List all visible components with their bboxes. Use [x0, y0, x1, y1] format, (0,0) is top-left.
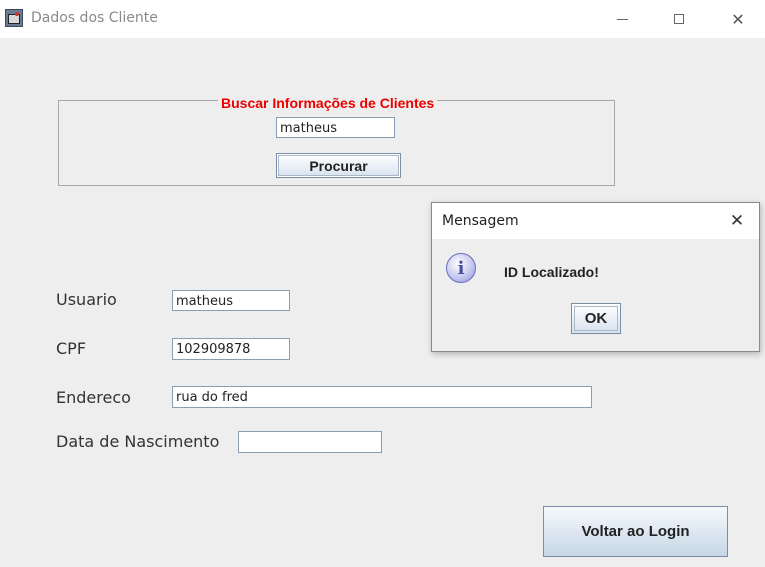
close-icon: ✕: [729, 211, 745, 231]
search-button[interactable]: Procurar: [276, 153, 401, 178]
cpf-label: CPF: [56, 339, 87, 358]
usuario-field[interactable]: [172, 290, 290, 311]
dialog-message: ID Localizado!: [504, 264, 599, 280]
dialog-title: Mensagem: [442, 213, 519, 229]
back-to-login-button[interactable]: Voltar ao Login: [543, 506, 728, 557]
title-bar[interactable]: Dados dos Cliente ✕: [0, 0, 765, 38]
minimize-button[interactable]: [599, 4, 645, 34]
search-input[interactable]: [276, 117, 395, 138]
maximize-button[interactable]: [656, 4, 702, 34]
dialog-close-button[interactable]: ✕: [719, 206, 755, 236]
info-icon: i: [446, 253, 476, 283]
window-title: Dados dos Cliente: [31, 10, 158, 26]
message-dialog: Mensagem ✕ i ID Localizado! OK: [431, 202, 760, 352]
main-window: Dados dos Cliente ✕ Buscar Informações d…: [0, 0, 765, 567]
ok-button[interactable]: OK: [571, 303, 621, 334]
cpf-field[interactable]: [172, 338, 290, 360]
data-nascimento-label: Data de Nascimento: [56, 432, 220, 451]
endereco-label: Endereco: [56, 388, 131, 407]
minimize-icon: [616, 18, 628, 20]
endereco-field[interactable]: [172, 386, 592, 408]
data-nascimento-field[interactable]: [238, 431, 382, 453]
close-button[interactable]: ✕: [715, 4, 761, 34]
java-app-icon: [5, 9, 23, 27]
maximize-icon: [674, 14, 684, 24]
search-panel-legend: Buscar Informações de Clientes: [218, 95, 438, 111]
close-icon: ✕: [731, 9, 745, 29]
usuario-label: Usuario: [56, 290, 117, 309]
dialog-title-bar[interactable]: Mensagem ✕: [432, 203, 759, 239]
